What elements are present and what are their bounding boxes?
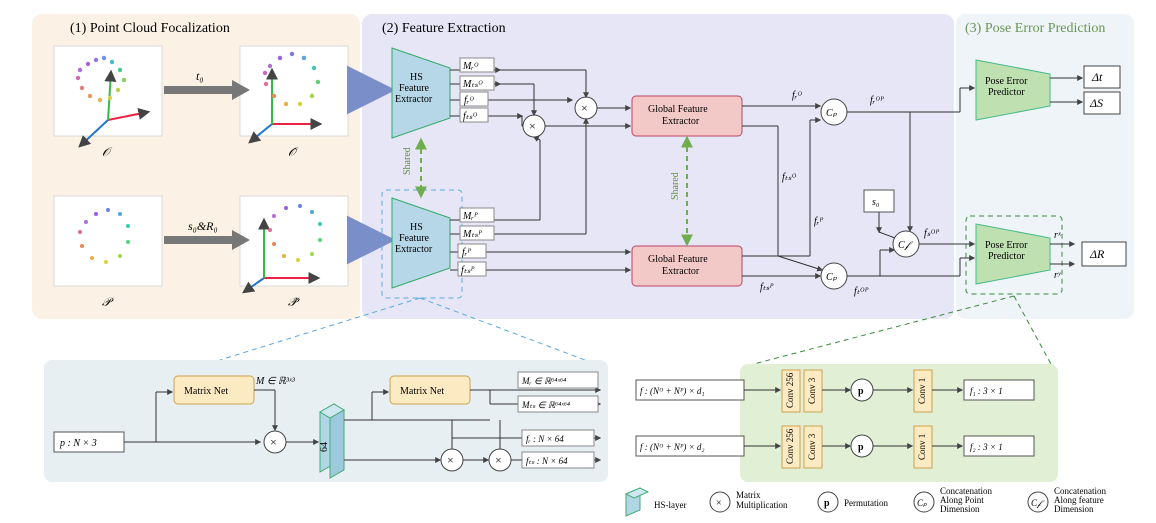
sub-p: p : N × 3 — [59, 438, 97, 449]
legend: HS-layer × MatrixMultiplication p Permut… — [626, 486, 1106, 516]
out-dS: ΔS — [1089, 96, 1103, 110]
out-ftsP: fₜₛᴾ — [461, 265, 474, 276]
svg-text:ConcatenationAlong PointDimens: ConcatenationAlong PointDimension — [940, 486, 992, 514]
svg-text:ConcatenationAlong featureDime: ConcatenationAlong featureDimension — [1054, 486, 1106, 514]
sub-mult2: × — [441, 449, 463, 471]
gfe-bottom: Global FeatureExtractor — [632, 246, 742, 286]
svg-text:Conv 256: Conv 256 — [785, 428, 795, 464]
svg-text:Conv 1: Conv 1 — [917, 434, 927, 460]
gfe-shared-label: Shared — [670, 172, 681, 200]
out-MtsP: Mₜₛᴾ — [462, 229, 482, 240]
svg-text:Conv 1: Conv 1 — [917, 378, 927, 404]
gfe-top: Global FeatureExtractor — [632, 96, 742, 136]
out-ry: rʸ — [1054, 270, 1061, 281]
frOP: fᵣᴼᴾ — [870, 95, 884, 106]
svg-text:Cₚ: Cₚ — [826, 272, 838, 283]
pointcloud-O — [54, 46, 162, 146]
svg-text:×: × — [716, 498, 722, 509]
sub-f2: f₂ : 3 × 1 — [970, 442, 1003, 452]
svg-text:p: p — [858, 442, 864, 453]
svg-text:×: × — [495, 453, 502, 467]
legend-perm: p Permutation — [818, 492, 888, 512]
sub-fr: fᵣ : N × 64 — [526, 434, 564, 444]
svg-text:p: p — [858, 386, 864, 397]
svg-text:×: × — [581, 101, 588, 115]
label-t0: t₀ — [196, 69, 204, 83]
gfe-frP: fᵣᴾ — [814, 216, 823, 227]
svg-text:p: p — [824, 498, 830, 509]
cp-bottom: Cₚ — [821, 263, 847, 289]
pointcloud-P — [54, 196, 162, 286]
out-MtsO: Mₜₛᴼ — [462, 79, 483, 90]
cp-top: Cₚ — [821, 99, 847, 125]
sub-M: M ∈ ℝ³ˣ³ — [255, 376, 296, 387]
gfe-frO: fᵣᴼ — [792, 90, 802, 101]
architecture-diagram: (1) Point Cloud Focalization (2) Feature… — [0, 0, 1156, 523]
svg-text:Conv 256: Conv 256 — [785, 372, 795, 408]
out-frP: fᵣᴾ — [462, 247, 471, 258]
panel3-title: (3) Pose Error Prediction — [965, 21, 1105, 36]
mn1: Matrix Net — [184, 386, 228, 397]
legend-mm: × MatrixMultiplication — [710, 490, 788, 512]
legend-hs: HS-layer — [626, 488, 687, 516]
ftOP: fₜᴼᴾ — [854, 286, 868, 297]
out-MrO: Mᵣᴼ — [462, 61, 479, 72]
fsOP: fₛᴼᴾ — [924, 228, 939, 239]
perm2: p — [851, 435, 873, 457]
gfe-ftsO: fₜₛᴼ — [782, 172, 796, 183]
mult-2: × — [575, 97, 597, 119]
pointcloud-Ohat — [240, 46, 348, 142]
mn2: Matrix Net — [400, 386, 444, 397]
s0-label: s₀ — [872, 197, 880, 208]
sub-f1: f₁ : 3 × 1 — [970, 386, 1003, 396]
panel1-title: (1) Point Cloud Focalization — [70, 21, 230, 36]
sub-mult3: × — [489, 449, 511, 471]
sub-mult1: × — [264, 431, 286, 453]
perm1: p — [851, 379, 873, 401]
legend-cp: Cₚ ConcatenationAlong PointDimension — [914, 486, 992, 514]
cf-node: C𝒻 — [893, 231, 919, 257]
svg-text:Permutation: Permutation — [844, 498, 888, 508]
sub-fin2: f : (Nᴼ + Nᴾ) × d₂ — [640, 442, 705, 452]
out-dR: ΔR — [1089, 247, 1105, 261]
mult-1: × — [523, 115, 545, 137]
svg-text:64: 64 — [319, 442, 330, 452]
svg-text:Cₚ: Cₚ — [917, 498, 927, 508]
hs-shared-label: Shared — [402, 147, 413, 175]
svg-text:MatrixMultiplication: MatrixMultiplication — [736, 490, 788, 510]
sub-Mts: Mₜₛ ∈ ℝ⁶⁴ˣ⁶⁴ — [521, 400, 570, 410]
svg-text:×: × — [529, 119, 536, 133]
sub-fin1: f : (Nᴼ + Nᴾ) × d₁ — [640, 386, 705, 396]
svg-text:×: × — [447, 453, 454, 467]
svg-text:Conv 3: Conv 3 — [807, 377, 817, 404]
svg-text:×: × — [270, 435, 277, 449]
svg-text:Pose ErrorPredictor: Pose ErrorPredictor — [985, 76, 1028, 98]
legend-cf: C𝒻 ConcatenationAlong featureDimension — [1028, 486, 1106, 514]
gfe-ftsP: fₜₛᴾ — [760, 282, 773, 293]
svg-text:Conv 3: Conv 3 — [807, 433, 817, 460]
pointcloud-Phat — [240, 196, 348, 292]
panel2-title: (2) Feature Extraction — [382, 21, 506, 36]
svg-text:HS-layer: HS-layer — [654, 500, 687, 510]
sub-fts: fₜₛ : N × 64 — [526, 456, 568, 466]
out-rx: rˣ — [1054, 230, 1062, 241]
out-MrP: Mᵣᴾ — [462, 211, 478, 222]
sub-Mr: Mᵣ ∈ ℝ⁶⁴ˣ⁶⁴ — [521, 376, 566, 386]
out-frO: fᵣᴼ — [464, 95, 474, 106]
svg-text:Pose ErrorPredictor: Pose ErrorPredictor — [985, 240, 1028, 262]
out-dt: Δt — [1091, 70, 1103, 84]
svg-text:Cₚ: Cₚ — [826, 108, 838, 119]
label-s0R0: s₀&R₀ — [188, 219, 218, 233]
sub-cube64: 64 — [319, 404, 344, 478]
out-ftsO: fₜₛᴼ — [463, 111, 477, 122]
